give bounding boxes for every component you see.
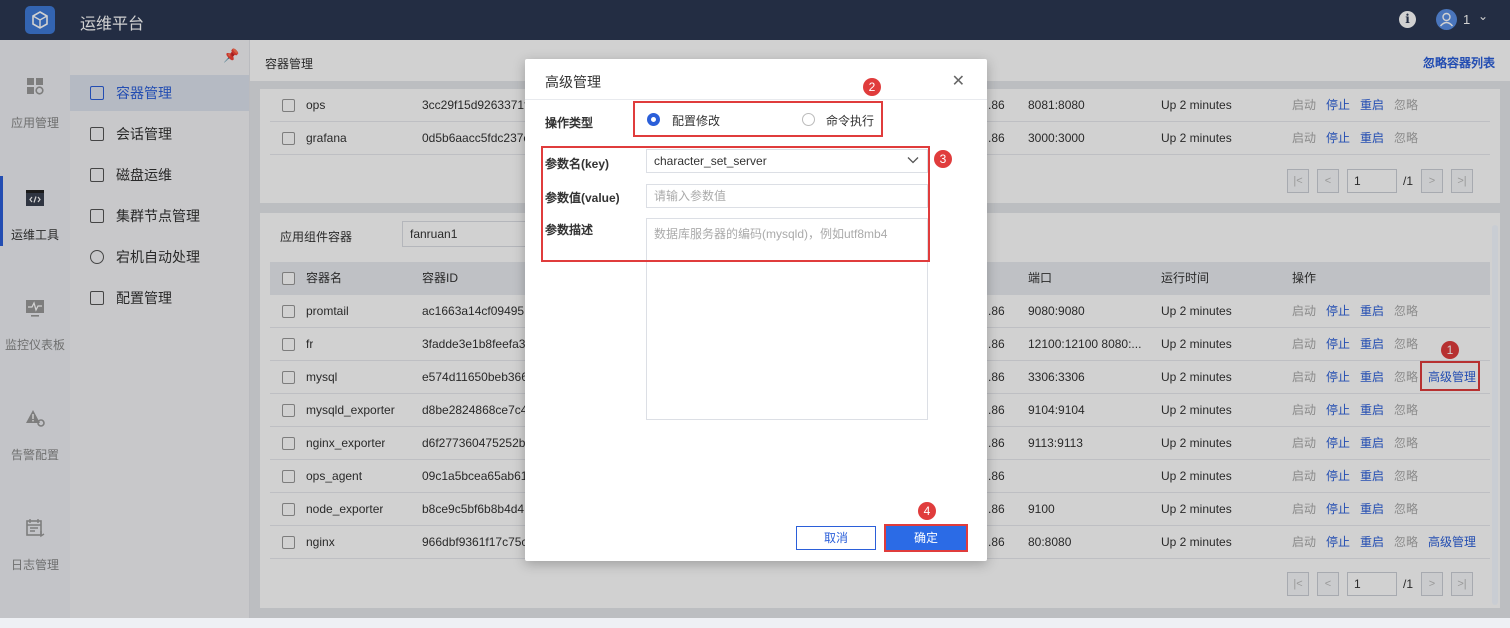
annotation-badge-2: 2: [863, 78, 881, 96]
annotation-box-4: [884, 524, 968, 552]
annotation-box-3: [541, 146, 930, 262]
advanced-management-dialog: 高级管理 ✕ 操作类型 配置修改 命令执行 参数名(key) character…: [525, 59, 987, 561]
annotation-badge-3: 3: [934, 150, 952, 168]
operation-type-label: 操作类型: [545, 116, 594, 130]
dialog-title: 高级管理: [545, 74, 601, 90]
dialog-divider: [525, 99, 987, 100]
annotation-badge-4: 4: [918, 502, 936, 520]
page-scrollbar[interactable]: [1492, 225, 1498, 605]
annotation-box-2: [633, 101, 883, 137]
close-icon[interactable]: ✕: [952, 71, 965, 91]
cancel-button[interactable]: 取消: [796, 526, 876, 550]
